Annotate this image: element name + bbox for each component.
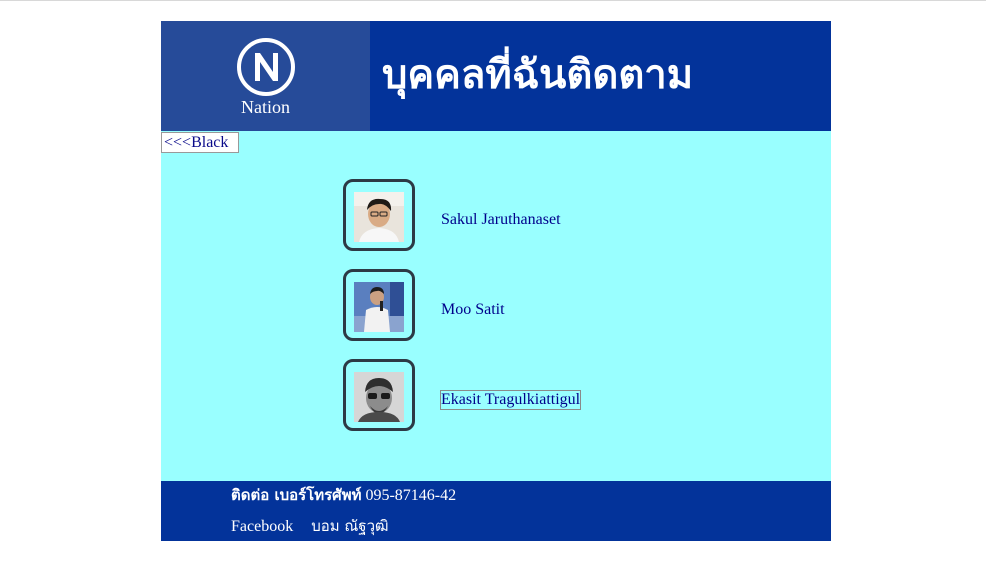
following-list-section: <<<Black Sakul Jaruthanaset Moo Satit Ek… [161,131,831,481]
person-name-link[interactable]: Moo Satit [441,301,505,319]
avatar[interactable] [354,372,404,422]
contact-label: ติดต่อ เบอร์โทรศัพท์ [231,486,362,504]
following-item[interactable]: Sakul Jaruthanaset [343,179,743,253]
logo-wordmark: Nation [241,97,290,117]
avatar-frame [343,269,415,341]
page-container: Nation บุคคลที่ฉันติดตาม <<<Black Sakul … [161,21,831,541]
header-banner: Nation บุคคลที่ฉันติดตาม [161,21,831,131]
facebook-label: Facebook [231,518,294,535]
avatar[interactable] [354,192,404,242]
top-divider [0,0,986,1]
avatar-frame [343,359,415,431]
person-name-link[interactable]: Sakul Jaruthanaset [441,211,561,229]
page-title: บุคคลที่ฉันติดตาม [382,52,694,98]
following-item[interactable]: Ekasit Tragulkiattigul [343,359,743,433]
following-item[interactable]: Moo Satit [343,269,743,343]
avatar-frame [343,179,415,251]
facebook-owner: บอม ณัฐวุฒิ [311,517,389,535]
footer: ติดต่อ เบอร์โทรศัพท์ 095-87146-42 Facebo… [161,481,831,541]
back-button[interactable]: <<<Black [161,132,239,153]
nation-logo-icon [237,38,295,96]
avatar[interactable] [354,282,404,332]
person-name-link[interactable]: Ekasit Tragulkiattigul [439,390,582,410]
logo-block: Nation [161,21,370,131]
contact-info: ติดต่อ เบอร์โทรศัพท์ 095-87146-42 [231,483,456,507]
social-info: Facebook บอม ณัฐวุฒิ [231,514,389,538]
phone-number: 095-87146-42 [365,487,457,504]
